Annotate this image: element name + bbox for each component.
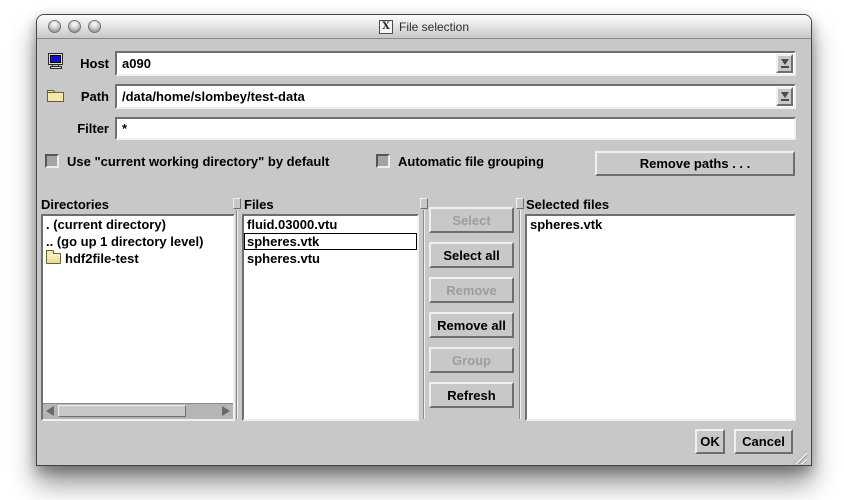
select-button[interactable]: Select — [429, 207, 514, 233]
splitter-directories-files[interactable] — [233, 198, 241, 419]
scroll-left-icon[interactable] — [46, 406, 54, 416]
window-title: File selection — [399, 20, 469, 34]
auto-grouping-label: Automatic file grouping — [398, 154, 544, 169]
desktop: X File selection Host a090 — [0, 0, 844, 500]
ok-button[interactable]: OK — [695, 429, 725, 454]
list-item[interactable]: . (current directory) — [43, 216, 233, 233]
file-selection-dialog: X File selection Host a090 — [36, 14, 812, 466]
group-button[interactable]: Group — [429, 347, 514, 373]
list-item-label: . (current directory) — [46, 216, 166, 233]
list-item-label: spheres.vtk — [247, 233, 319, 250]
filter-field[interactable]: * — [115, 117, 796, 140]
window-title-group: X File selection — [379, 20, 469, 34]
list-item[interactable]: hdf2file-test — [43, 250, 233, 267]
directories-hscrollbar[interactable] — [43, 403, 233, 419]
select-all-button[interactable]: Select all — [429, 242, 514, 268]
remove-all-button[interactable]: Remove all — [429, 312, 514, 338]
path-label: Path — [61, 89, 109, 104]
scrollbar-thumb[interactable] — [58, 405, 186, 417]
auto-grouping-checkbox[interactable] — [376, 154, 390, 168]
list-item[interactable]: spheres.vtu — [244, 250, 417, 267]
files-items: fluid.03000.vtuspheres.vtkspheres.vtu — [244, 216, 417, 267]
path-field[interactable]: /data/home/slombey/test-data — [115, 84, 796, 109]
zoom-button[interactable] — [88, 20, 101, 33]
cancel-button[interactable]: Cancel — [734, 429, 793, 454]
list-item[interactable]: spheres.vtk — [244, 233, 417, 250]
window-controls — [48, 20, 101, 33]
splitter-grip[interactable] — [516, 198, 524, 209]
host-value: a090 — [122, 56, 151, 71]
files-panel-label: Files — [244, 197, 274, 212]
host-dropdown-icon[interactable] — [776, 54, 793, 73]
list-item[interactable]: spheres.vtk — [527, 216, 794, 233]
directories-panel-label: Directories — [41, 197, 109, 212]
path-dropdown-icon[interactable] — [776, 87, 793, 106]
list-item[interactable]: fluid.03000.vtu — [244, 216, 417, 233]
use-cwd-label: Use "current working directory" by defau… — [67, 154, 329, 169]
directories-items: . (current directory).. (go up 1 directo… — [43, 216, 233, 267]
selected-files-items: spheres.vtk — [527, 216, 794, 233]
x11-app-icon: X — [379, 20, 393, 34]
remove-paths-button[interactable]: Remove paths . . . — [595, 151, 795, 176]
host-label: Host — [61, 56, 109, 71]
selected-files-panel-label: Selected files — [526, 197, 609, 212]
list-item-label: hdf2file-test — [65, 250, 139, 267]
list-item-label: fluid.03000.vtu — [247, 216, 337, 233]
titlebar[interactable]: X File selection — [37, 15, 811, 39]
splitter-buttons-selected[interactable] — [516, 198, 524, 419]
folder-icon — [46, 253, 61, 264]
selected-files-list[interactable]: spheres.vtk — [525, 214, 796, 421]
list-item-label: .. (go up 1 directory level) — [46, 233, 203, 250]
close-button[interactable] — [48, 20, 61, 33]
list-item[interactable]: .. (go up 1 directory level) — [43, 233, 233, 250]
refresh-button[interactable]: Refresh — [429, 382, 514, 408]
scroll-right-icon[interactable] — [222, 406, 230, 416]
list-item-label: spheres.vtu — [247, 250, 320, 267]
splitter-files-buttons[interactable] — [420, 198, 428, 419]
minimize-button[interactable] — [68, 20, 81, 33]
resize-grip[interactable] — [793, 450, 807, 464]
list-item-label: spheres.vtk — [530, 216, 602, 233]
host-field[interactable]: a090 — [115, 51, 796, 76]
directories-list[interactable]: . (current directory).. (go up 1 directo… — [41, 214, 235, 421]
path-value: /data/home/slombey/test-data — [122, 89, 305, 104]
splitter-grip[interactable] — [233, 198, 241, 209]
use-cwd-checkbox[interactable] — [45, 154, 59, 168]
filter-value: * — [122, 121, 127, 136]
splitter-grip[interactable] — [420, 198, 428, 209]
remove-button[interactable]: Remove — [429, 277, 514, 303]
files-list[interactable]: fluid.03000.vtuspheres.vtkspheres.vtu — [242, 214, 419, 421]
filter-label: Filter — [61, 121, 109, 136]
